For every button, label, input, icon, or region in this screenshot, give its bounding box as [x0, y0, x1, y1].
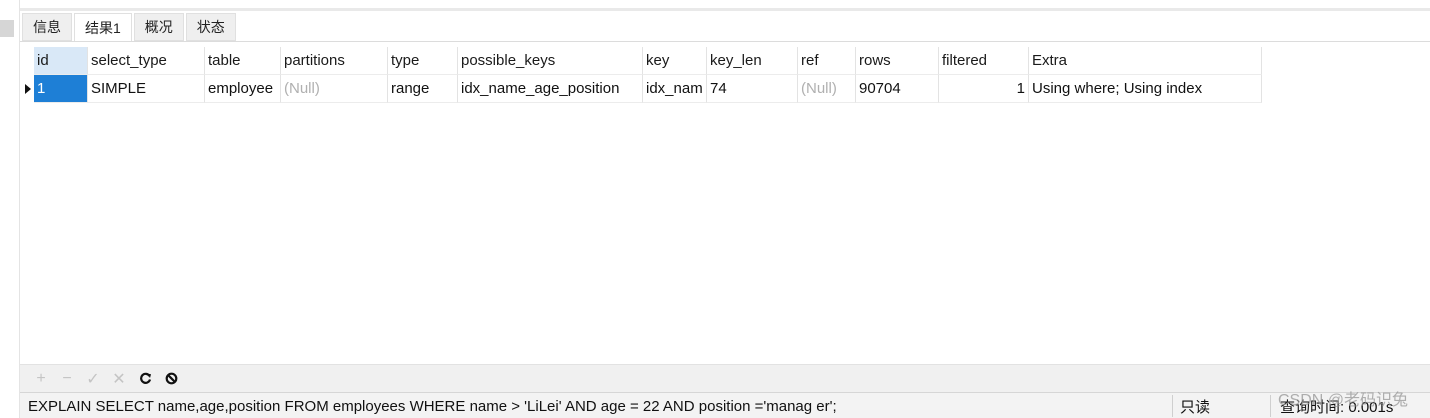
- sql-statement: EXPLAIN SELECT name,age,position FROM em…: [28, 397, 837, 415]
- top-divider: [20, 8, 1430, 11]
- column-header-possible-keys[interactable]: possible_keys: [458, 47, 643, 75]
- column-header-rows[interactable]: rows: [856, 47, 939, 75]
- column-header-extra[interactable]: Extra: [1029, 47, 1262, 75]
- column-header-partitions[interactable]: partitions: [281, 47, 388, 75]
- column-header-filtered[interactable]: filtered: [939, 47, 1029, 75]
- cell-key-len[interactable]: 74: [707, 75, 798, 103]
- check-icon[interactable]: ✓: [82, 368, 104, 390]
- plus-icon[interactable]: +: [30, 368, 52, 390]
- cross-icon[interactable]: ✕: [108, 368, 130, 390]
- left-panel-marker: [0, 20, 14, 37]
- status-separator: [1270, 395, 1271, 417]
- column-header-type[interactable]: type: [388, 47, 458, 75]
- tab-overview[interactable]: 概况: [133, 13, 184, 41]
- minus-icon[interactable]: −: [56, 368, 78, 390]
- table-row[interactable]: 1 SIMPLE employee (Null) range idx_name_…: [34, 75, 1262, 103]
- left-gutter: [0, 0, 20, 418]
- cell-select-type[interactable]: SIMPLE: [88, 75, 205, 103]
- cell-partitions[interactable]: (Null): [281, 75, 388, 103]
- cell-possible-keys[interactable]: idx_name_age_position: [458, 75, 643, 103]
- column-header-key-len[interactable]: key_len: [707, 47, 798, 75]
- cell-ref[interactable]: (Null): [798, 75, 856, 103]
- result-tabs: 信息 结果1 概况 状态: [22, 13, 238, 42]
- watermark: CSDN @老码识兔: [1278, 392, 1409, 409]
- cell-key[interactable]: idx_nam: [643, 75, 707, 103]
- cell-extra[interactable]: Using where; Using index: [1029, 75, 1262, 103]
- cell-table[interactable]: employee: [205, 75, 281, 103]
- cell-rows[interactable]: 90704: [856, 75, 939, 103]
- current-row-indicator-icon: [24, 75, 34, 103]
- tab-status[interactable]: 状态: [185, 13, 236, 41]
- column-header-id[interactable]: id: [34, 47, 88, 75]
- cell-filtered[interactable]: 1: [939, 75, 1029, 103]
- cell-type[interactable]: range: [388, 75, 458, 103]
- grid-toolbar: + − ✓ ✕: [20, 364, 1430, 392]
- tab-info[interactable]: 信息: [22, 13, 72, 41]
- column-header-ref[interactable]: ref: [798, 47, 856, 75]
- readonly-indicator: 只读: [1180, 398, 1211, 416]
- tab-result1[interactable]: 结果1: [74, 13, 132, 42]
- header-row: id select_type table partitions type pos…: [34, 47, 1262, 75]
- refresh-icon[interactable]: [134, 368, 156, 390]
- result-grid: id select_type table partitions type pos…: [34, 47, 1262, 103]
- column-header-table[interactable]: table: [205, 47, 281, 75]
- column-header-select-type[interactable]: select_type: [88, 47, 205, 75]
- status-separator: [1172, 395, 1173, 417]
- status-bar: EXPLAIN SELECT name,age,position FROM em…: [20, 392, 1430, 418]
- column-header-key[interactable]: key: [643, 47, 707, 75]
- cell-id[interactable]: 1: [34, 75, 88, 103]
- tab-divider: [20, 41, 1430, 42]
- stop-icon[interactable]: [160, 368, 182, 390]
